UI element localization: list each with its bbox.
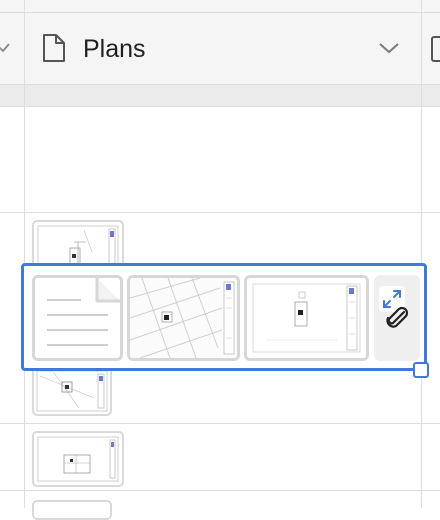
column-title: Plans bbox=[83, 35, 146, 63]
grid-line bbox=[24, 0, 25, 508]
grid-line bbox=[0, 212, 440, 213]
prev-column-chevron-icon[interactable] bbox=[0, 40, 10, 56]
attachment-actions-panel bbox=[374, 275, 420, 361]
attachment-text-document[interactable] bbox=[32, 275, 123, 361]
resize-handle[interactable] bbox=[413, 362, 429, 378]
attachment-cell-editor[interactable] bbox=[21, 263, 427, 371]
chevron-down-icon[interactable] bbox=[378, 41, 400, 55]
grid-line bbox=[0, 423, 440, 424]
paperclip-icon[interactable] bbox=[384, 306, 410, 332]
grid-line bbox=[421, 0, 422, 508]
attachment-site-plan[interactable] bbox=[127, 275, 240, 361]
grid-line bbox=[0, 490, 440, 491]
attachment-thumbnail[interactable] bbox=[32, 366, 112, 416]
attachment-thumbnail[interactable] bbox=[32, 500, 112, 520]
attachment-thumbnail[interactable] bbox=[32, 431, 124, 487]
attachment-floor-plan[interactable] bbox=[244, 275, 369, 361]
grid-line bbox=[0, 84, 440, 85]
grid-line bbox=[0, 12, 440, 13]
document-icon bbox=[43, 34, 65, 62]
header-summary-bar bbox=[0, 85, 440, 106]
text-document-icon bbox=[35, 278, 120, 358]
next-column-icon bbox=[431, 36, 440, 62]
grid-line bbox=[0, 106, 440, 107]
